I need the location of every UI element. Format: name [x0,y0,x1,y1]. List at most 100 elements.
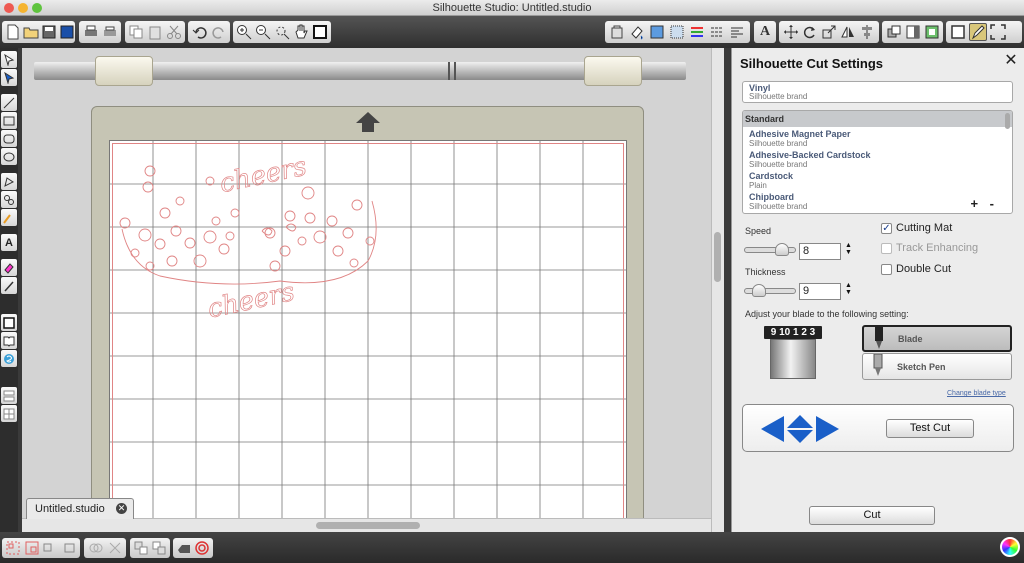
knife-tool-icon[interactable] [1,277,17,294]
page-setup-icon[interactable] [608,23,626,41]
edit-points-icon[interactable] [1,69,17,86]
align-icon[interactable] [859,23,876,41]
material-item[interactable]: Cardstock Plain [743,169,1012,190]
send-to-cutter-icon[interactable] [989,23,1007,41]
vertical-scrollbar[interactable] [711,48,724,532]
zoom-out-icon[interactable] [255,23,272,41]
rounded-rectangle-tool-icon[interactable] [1,130,17,147]
zoom-select-icon[interactable] [274,23,291,41]
sketch-pen-tool-button[interactable]: Sketch Pen [862,353,1012,380]
redo-icon[interactable] [210,23,227,41]
line-style-icon[interactable] [708,23,726,41]
open-folder-icon[interactable] [23,23,39,41]
new-file-icon[interactable] [5,23,21,41]
blade-tool-button[interactable]: Blade [862,325,1012,352]
speed-slider[interactable] [744,243,796,256]
curve-tool-icon[interactable] [1,191,17,208]
modify-icon[interactable] [886,23,903,41]
paste-icon[interactable] [147,23,164,41]
checkbox-checked-icon[interactable]: ✓ [881,222,892,234]
minimize-window-button[interactable] [18,3,28,13]
print-cut-icon[interactable] [101,23,118,41]
close-tab-icon[interactable]: ✕ [116,503,127,514]
material-item[interactable]: Adhesive-Backed Cardstock Silhouette bra… [743,148,1012,169]
line-tool-icon[interactable] [1,94,17,111]
make-compound-icon[interactable] [42,540,59,556]
close-panel-icon[interactable]: ✕ [1004,53,1018,69]
thickness-slider-knob[interactable] [751,284,766,297]
color-wheel-icon[interactable] [1000,537,1020,557]
cutting-mat-checkbox[interactable]: ✓ Cutting Mat [881,222,952,234]
add-remove-material[interactable]: + - [970,196,998,211]
checkbox-icon[interactable] [881,242,892,254]
rotate-icon[interactable] [801,23,818,41]
cut-settings-icon[interactable] [969,23,987,41]
polygon-tool-icon[interactable] [1,173,17,190]
library-book-icon[interactable] [1,332,17,349]
thickness-input[interactable]: 9 [799,283,841,300]
freehand-tool-icon[interactable] [1,209,17,226]
offset-icon[interactable] [106,540,123,556]
weld-icon[interactable] [87,540,104,556]
current-material-field[interactable]: Vinyl Silhouette brand [742,81,1013,103]
save-to-library-icon[interactable] [59,23,75,41]
target-icon[interactable] [194,540,210,556]
text-icon[interactable]: A [757,23,773,41]
trace-icon[interactable] [905,23,922,41]
speed-slider-knob[interactable] [774,243,789,256]
thickness-stepper[interactable]: ▲ ▼ [845,282,853,296]
test-cut-button[interactable]: Test Cut [886,419,974,438]
design-canvas[interactable]: cheers cheers [22,48,711,532]
document-tab[interactable]: Untitled.studio ✕ [26,498,134,519]
library-icon[interactable] [923,23,940,41]
material-list-scrollbar[interactable] [1005,113,1010,129]
scale-icon[interactable] [820,23,837,41]
zoom-in-icon[interactable] [236,23,253,41]
track-enhancing-checkbox[interactable]: Track Enhancing [881,242,978,254]
horizontal-scroll-thumb[interactable] [316,522,420,529]
fill-shape-icon[interactable] [176,540,192,556]
material-item[interactable]: Adhesive Magnet Paper Silhouette brand [743,127,1012,148]
line-color-icon[interactable] [688,23,706,41]
cutting-mat[interactable]: cheers cheers [109,140,627,532]
checkbox-icon[interactable] [881,263,892,275]
eraser-tool-icon[interactable] [1,259,17,276]
online-store-icon[interactable] [1,350,17,367]
speed-input[interactable]: 8 [799,243,841,260]
split-view-icon[interactable] [1,387,17,404]
select-tool-icon[interactable] [1,51,17,68]
text-tool-icon[interactable]: A [1,234,17,251]
send-to-back-icon[interactable] [151,540,167,556]
horizontal-scrollbar[interactable] [22,518,711,532]
zoom-window-button[interactable] [32,3,42,13]
ungroup-icon[interactable] [24,540,41,556]
change-blade-type-link[interactable]: Change blade type [947,390,1006,397]
move-arrows-icon[interactable] [760,414,840,444]
material-list[interactable]: Standard Adhesive Magnet Paper Silhouett… [742,110,1013,214]
fit-to-page-icon[interactable] [311,23,328,41]
close-window-button[interactable] [4,3,14,13]
copy-icon[interactable] [128,23,145,41]
mirror-icon[interactable] [840,23,857,41]
fill-gradient-icon[interactable] [648,23,666,41]
fill-color-icon[interactable] [628,23,646,41]
bring-to-front-icon[interactable] [133,540,149,556]
release-compound-icon[interactable] [61,540,78,556]
undo-icon[interactable] [191,23,208,41]
page-view-icon[interactable] [1,314,17,331]
cut-scissors-icon[interactable] [165,23,182,41]
thickness-slider[interactable] [744,284,796,297]
ellipse-tool-icon[interactable] [1,148,17,165]
grid-view-icon[interactable] [1,405,17,422]
double-cut-checkbox[interactable]: Double Cut [881,263,951,275]
pan-icon[interactable] [292,23,309,41]
vertical-scroll-thumb[interactable] [714,232,721,282]
registration-icon[interactable] [949,23,967,41]
print-icon[interactable] [82,23,99,41]
fill-pattern-icon[interactable] [668,23,686,41]
move-icon[interactable] [782,23,799,41]
rectangle-tool-icon[interactable] [1,112,17,129]
save-icon[interactable] [41,23,57,41]
speed-stepper[interactable]: ▲ ▼ [845,242,853,256]
text-style-icon[interactable] [728,23,746,41]
